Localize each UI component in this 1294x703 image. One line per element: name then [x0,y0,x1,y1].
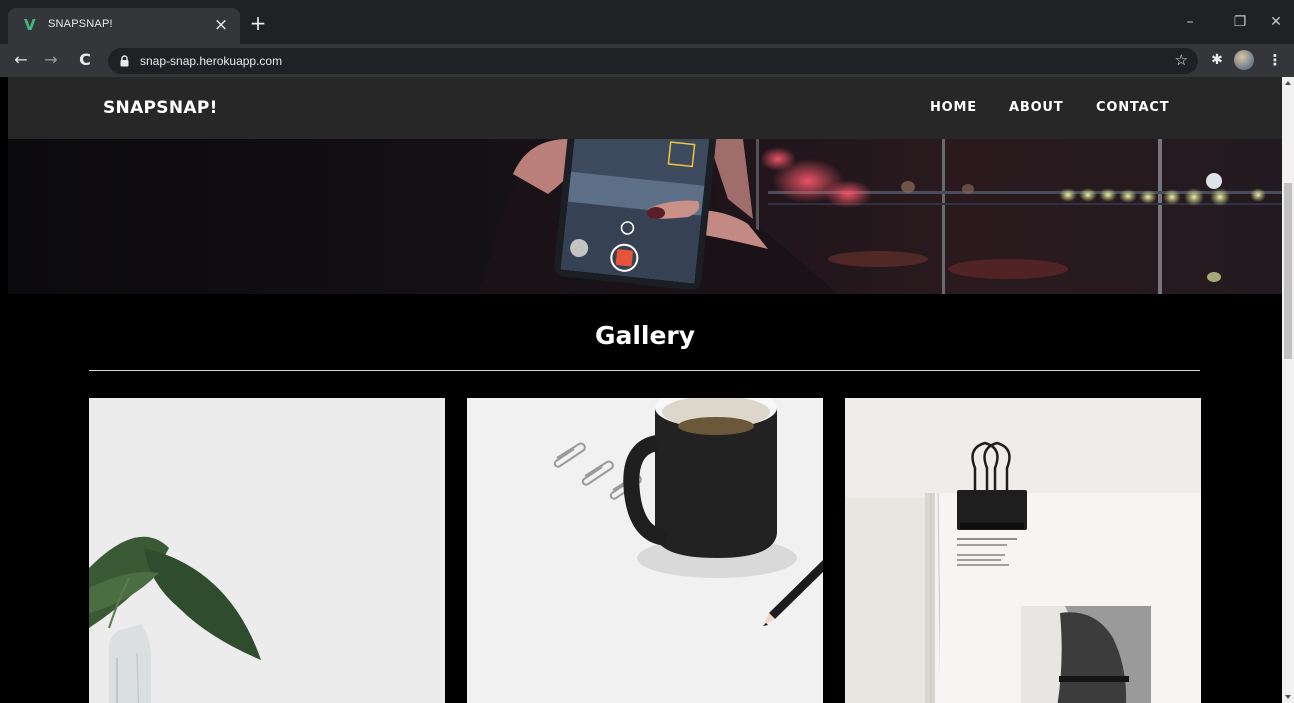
browser-tab[interactable]: V SNAPSNAP! × [8,8,240,44]
hero-image [8,139,1282,294]
binder-clip-open-book-photo [845,398,1201,703]
gallery-title: Gallery [594,321,696,350]
scroll-thumb[interactable] [1284,183,1292,359]
new-tab-icon[interactable]: + [248,13,268,33]
gallery-image-book[interactable] [845,398,1201,703]
browser-tab-bar: V SNAPSNAP! × + – ❐ ✕ [0,0,1294,44]
nav-link-about[interactable]: ABOUT [1009,100,1063,115]
nav-link-contact[interactable]: CONTACT [1096,100,1169,115]
back-icon[interactable]: ← [10,49,32,71]
gallery-divider [89,370,1200,371]
coffee-mug-paperclips-pencil-photo [467,398,823,703]
page-viewport: SNAPSNAP! HOME ABOUT CONTACT Gallery [8,77,1282,703]
browser-toolbar: ← → C snap-snap.herokuapp.com ☆ ✱ ⋮ [0,44,1294,77]
maximize-icon[interactable]: ❐ [1228,10,1252,34]
window-close-icon[interactable]: ✕ [1264,10,1288,34]
tab-title: SNAPSNAP! [48,18,113,30]
extensions-icon[interactable]: ✱ [1208,51,1226,69]
lock-icon [120,55,129,67]
url-text: snap-snap.herokuapp.com [140,54,283,68]
star-icon[interactable]: ☆ [1175,51,1188,69]
address-bar[interactable]: snap-snap.herokuapp.com ☆ [108,48,1198,74]
hero-photo-illustration [478,139,1282,294]
gallery-image-plant[interactable] [89,398,445,703]
profile-avatar[interactable] [1234,50,1254,70]
minimize-icon[interactable]: – [1178,10,1202,34]
site-navbar: SNAPSNAP! HOME ABOUT CONTACT [8,77,1282,139]
site-brand[interactable]: SNAPSNAP! [103,98,218,118]
gallery-image-mug[interactable] [467,398,823,703]
nav-link-home[interactable]: HOME [930,100,977,115]
scroll-down-icon[interactable] [1285,695,1291,699]
scroll-up-icon[interactable] [1285,81,1291,85]
menu-icon[interactable]: ⋮ [1266,50,1284,70]
reload-icon[interactable]: C [74,49,96,71]
forward-icon[interactable]: → [40,49,62,71]
plant-in-glass-vase-photo [89,398,445,703]
close-icon[interactable]: × [212,16,230,34]
vue-logo-icon: V [24,16,36,34]
page-scrollbar[interactable] [1282,77,1294,703]
